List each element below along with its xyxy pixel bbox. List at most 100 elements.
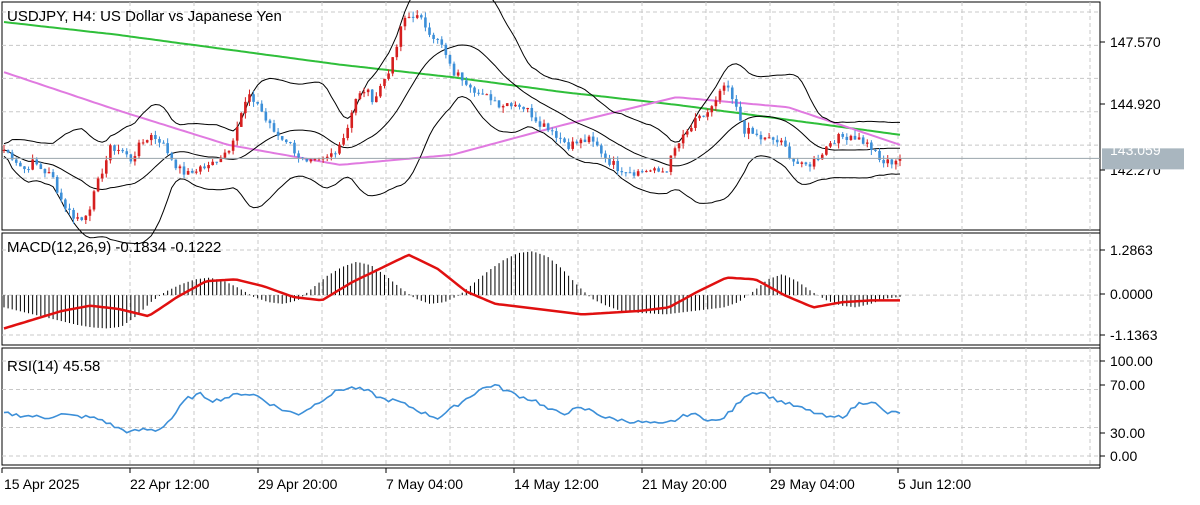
candle-bear — [518, 104, 521, 107]
candle-bear — [460, 72, 464, 81]
candle-bull — [587, 136, 591, 143]
candle-bear — [702, 115, 705, 117]
candle-bear — [657, 168, 660, 172]
candle-bull — [780, 140, 783, 143]
candle-bull — [653, 168, 656, 171]
chart-window[interactable]: USDJPY, H4: US Dollar vs Japanese Yen MA… — [0, 0, 1200, 500]
candle-bear — [59, 192, 63, 200]
candle-bull — [645, 171, 648, 173]
candle-bear — [289, 142, 292, 144]
rsi-label: 70.00 — [1110, 377, 1145, 393]
candle-bear — [68, 208, 71, 210]
candle-bear — [203, 166, 206, 169]
candle-bull — [375, 96, 378, 103]
candle-bear — [158, 139, 161, 143]
candle-bull — [677, 143, 681, 149]
candle-bear — [534, 117, 538, 122]
candle-bull — [199, 166, 202, 172]
candle-bull — [194, 171, 198, 173]
current-price-value: 143.059 — [1110, 142, 1161, 158]
candle-bull — [706, 112, 710, 117]
candle-bear — [775, 139, 779, 143]
candle-bull — [694, 118, 697, 128]
candle-bear — [735, 99, 738, 107]
candle-bear — [43, 169, 47, 174]
time-label: 7 May 04:00 — [386, 476, 463, 492]
candle-bear — [64, 199, 67, 209]
candle-bull — [178, 166, 182, 169]
candle-bear — [874, 149, 877, 151]
chart-canvas[interactable]: USDJPY, H4: US Dollar vs Japanese Yen MA… — [0, 0, 1200, 500]
candle-bull — [681, 134, 685, 144]
candle-bull — [309, 159, 313, 162]
candle-bull — [763, 137, 767, 140]
candle-bull — [137, 142, 141, 157]
candle-bull — [690, 127, 693, 132]
macd-label: 1.2863 — [1110, 242, 1153, 258]
candle-bear — [870, 142, 873, 150]
candle-bear — [285, 139, 288, 143]
candle-bear — [182, 166, 186, 175]
main-panel[interactable] — [1, 1, 1101, 231]
candle-bull — [865, 142, 869, 144]
candle-bear — [444, 44, 448, 55]
macd-label: -1.1363 — [1110, 327, 1158, 343]
candle-bull — [227, 150, 231, 153]
candle-bear — [591, 136, 595, 142]
candle-bull — [330, 153, 333, 157]
candle-bull — [186, 171, 190, 175]
candle-bear — [567, 142, 570, 149]
candle-bear — [452, 63, 456, 76]
candle-bull — [387, 73, 390, 79]
candle-bull — [244, 101, 247, 114]
candle-bear — [796, 161, 800, 164]
candle-bull — [612, 160, 615, 165]
candle-bear — [583, 139, 587, 143]
candle-bull — [673, 148, 677, 156]
candle-bull — [248, 94, 251, 102]
candle-bull — [354, 98, 358, 113]
candle-bull — [47, 172, 51, 174]
candle-bull — [399, 26, 403, 47]
candle-bull — [747, 127, 750, 134]
candle-bear — [420, 15, 423, 18]
candle-bull — [837, 134, 840, 144]
rsi-label: 0.00 — [1110, 448, 1137, 464]
candle-bull — [505, 103, 509, 107]
candle-bull — [685, 131, 689, 135]
candle-bull — [100, 173, 104, 179]
candle-bear — [174, 159, 178, 169]
time-label: 14 May 12:00 — [514, 476, 599, 492]
candle-bear — [600, 145, 603, 154]
candle-bull — [407, 16, 411, 18]
candle-bull — [767, 137, 771, 139]
candle-bull — [886, 159, 890, 164]
candle-bull — [383, 78, 386, 86]
candle-bull — [342, 138, 345, 145]
candle-bull — [636, 171, 640, 176]
candle-bear — [530, 107, 534, 118]
macd-title: MACD(12,26,9) -0.1834 -0.1222 — [7, 239, 221, 256]
time-label: 21 May 20:00 — [642, 476, 727, 492]
candle-bear — [510, 103, 513, 107]
candle-bull — [366, 89, 370, 93]
candle-bear — [293, 142, 296, 154]
candle-bull — [235, 126, 239, 141]
candle-bear — [14, 159, 18, 163]
candle-bull — [649, 170, 652, 172]
rsi-panel[interactable] — [1, 347, 1101, 466]
candle-bear — [113, 145, 116, 151]
candle-bear — [80, 217, 84, 220]
candle-bull — [145, 140, 149, 143]
candle-bull — [117, 149, 120, 151]
candle-bear — [411, 16, 415, 18]
candle-bear — [256, 101, 259, 104]
candle-bull — [829, 143, 832, 147]
candle-bear — [784, 140, 787, 147]
candle-bear — [260, 103, 264, 112]
candle-bear — [726, 85, 730, 88]
candle-bear — [620, 171, 624, 173]
candle-bull — [579, 139, 583, 144]
candle-bull — [894, 160, 898, 165]
candle-bear — [632, 172, 636, 176]
